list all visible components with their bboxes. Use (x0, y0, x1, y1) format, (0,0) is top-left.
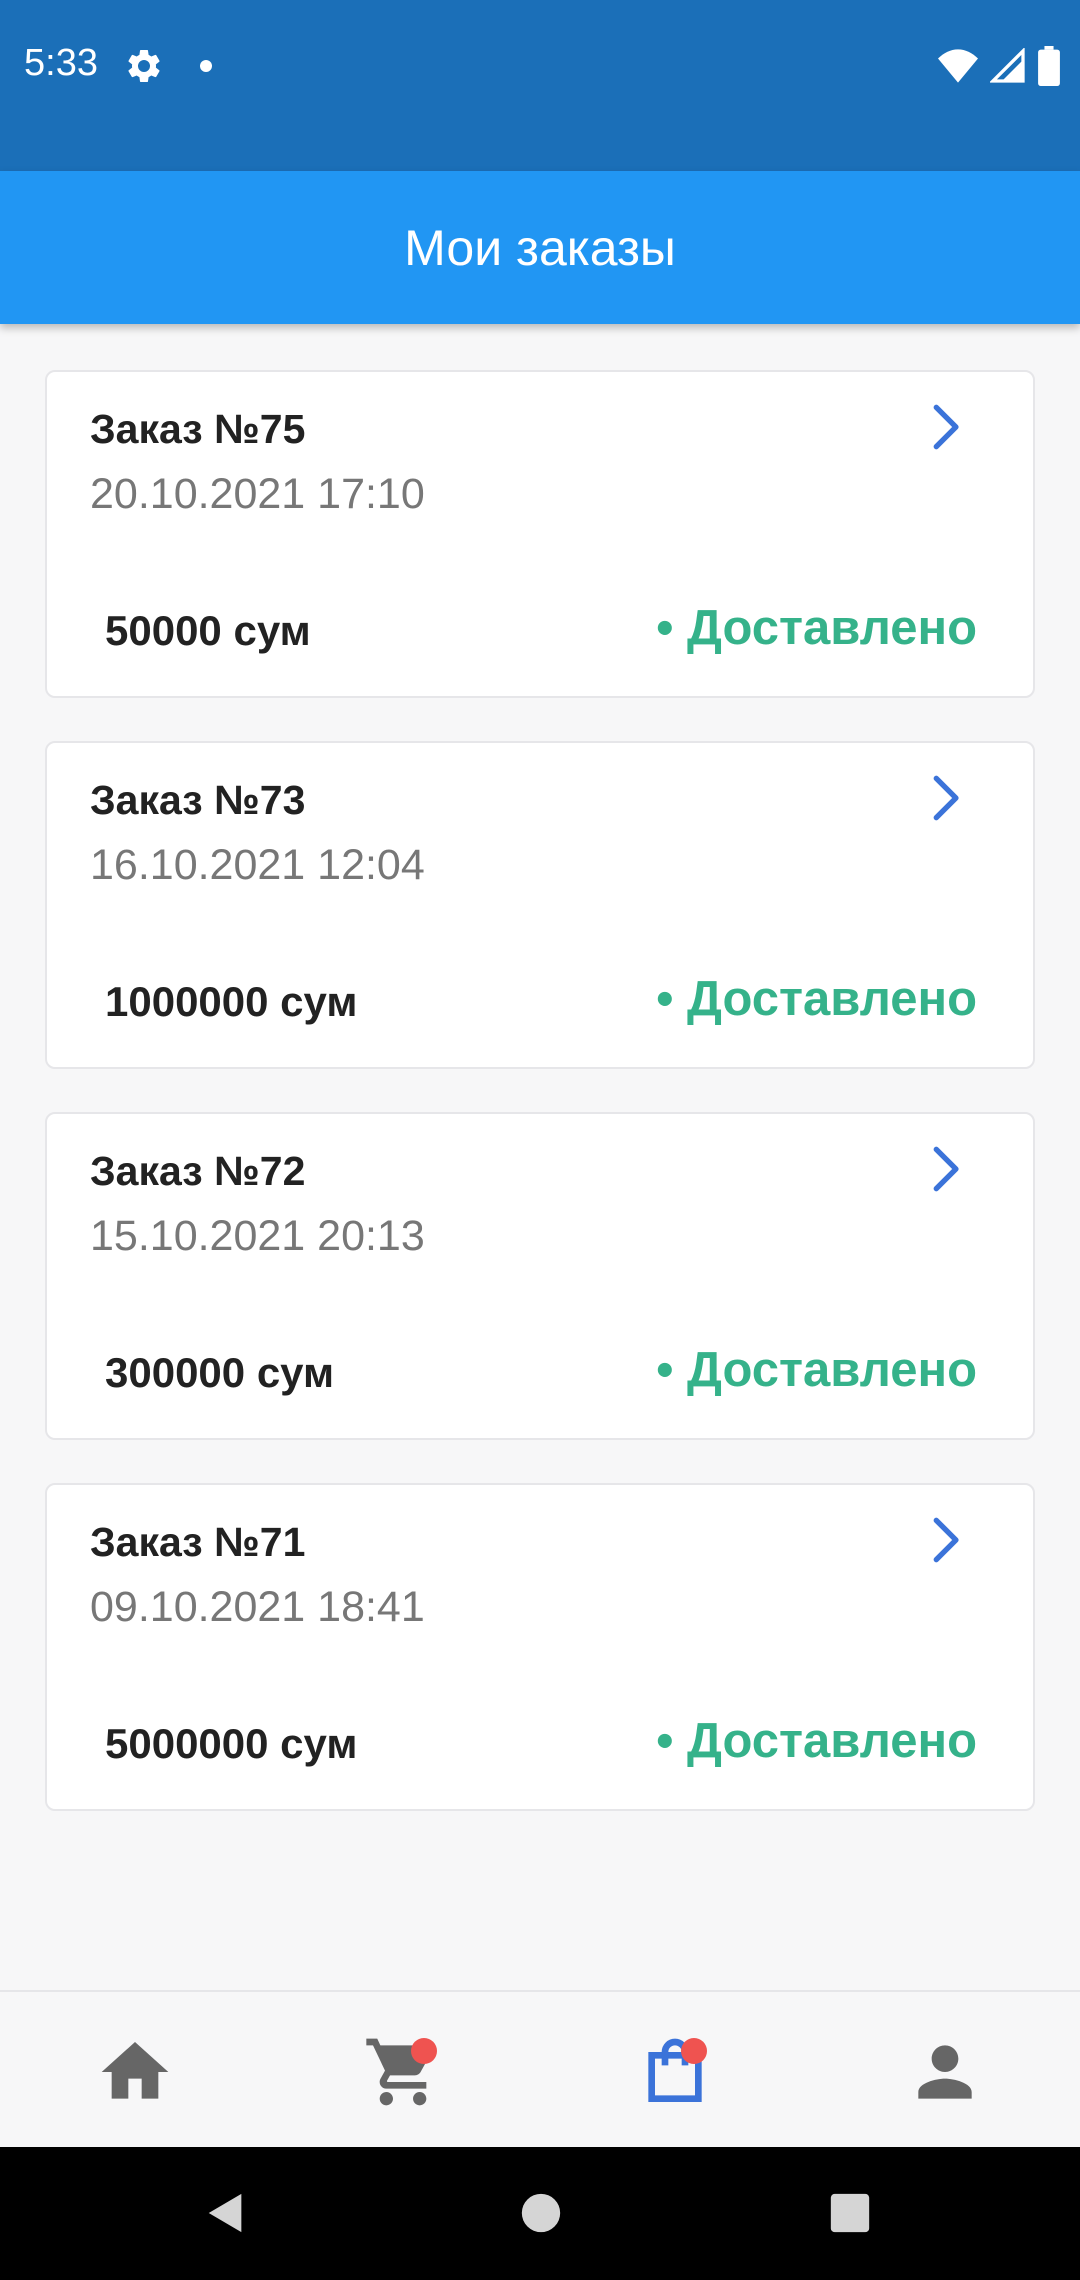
page-title: Мои заказы (404, 219, 676, 276)
app-bar: Мои заказы (0, 171, 1080, 324)
notification-dot-icon (200, 60, 212, 72)
order-date: 20.10.2021 17:10 (90, 470, 425, 518)
order-amount: 1000000 сум (105, 978, 358, 1025)
order-title: Заказ №73 (90, 777, 306, 823)
order-date: 09.10.2021 18:41 (90, 1583, 425, 1631)
order-amount: 5000000 сум (105, 1720, 358, 1767)
order-title: Заказ №72 (90, 1148, 306, 1194)
order-title: Заказ №71 (90, 1519, 306, 1565)
back-icon[interactable] (203, 2190, 249, 2236)
order-date: 16.10.2021 12:04 (90, 841, 425, 889)
order-card[interactable]: Заказ №73 16.10.2021 12:04 1000000 сум •… (45, 741, 1035, 1069)
home-icon[interactable] (95, 2032, 175, 2112)
order-status: • Доставлено (656, 1343, 977, 1397)
bottom-navigation (0, 1990, 1080, 2147)
status-time: 5:33 (24, 42, 98, 84)
chevron-right-icon[interactable] (927, 402, 967, 452)
order-amount: 300000 сум (105, 1349, 335, 1396)
chevron-right-icon[interactable] (927, 773, 967, 823)
order-status: • Доставлено (656, 1714, 977, 1768)
status-bar: 5:33 (0, 0, 1080, 171)
home-circle-icon[interactable] (518, 2190, 564, 2236)
chevron-right-icon[interactable] (927, 1515, 967, 1565)
battery-icon (1038, 46, 1060, 86)
cart-badge (411, 2038, 437, 2064)
status-icons (938, 46, 1060, 86)
system-navigation-bar (0, 2147, 1080, 2280)
order-card[interactable]: Заказ №72 15.10.2021 20:13 300000 сум • … (45, 1112, 1035, 1440)
chevron-right-icon[interactable] (927, 1144, 967, 1194)
order-card[interactable]: Заказ №71 09.10.2021 18:41 5000000 сум •… (45, 1483, 1035, 1811)
wifi-icon (938, 49, 978, 83)
order-title: Заказ №75 (90, 406, 306, 452)
orders-list: Заказ №75 20.10.2021 17:10 50000 сум • Д… (45, 370, 1035, 1854)
order-card[interactable]: Заказ №75 20.10.2021 17:10 50000 сум • Д… (45, 370, 1035, 698)
order-status: • Доставлено (656, 601, 977, 655)
gear-icon (128, 49, 160, 82)
order-status: • Доставлено (656, 972, 977, 1026)
order-date: 15.10.2021 20:13 (90, 1212, 425, 1260)
orders-badge (681, 2038, 707, 2064)
person-icon[interactable] (905, 2032, 985, 2112)
recent-apps-icon[interactable] (827, 2190, 873, 2236)
signal-icon (990, 48, 1025, 83)
order-amount: 50000 сум (105, 607, 311, 654)
